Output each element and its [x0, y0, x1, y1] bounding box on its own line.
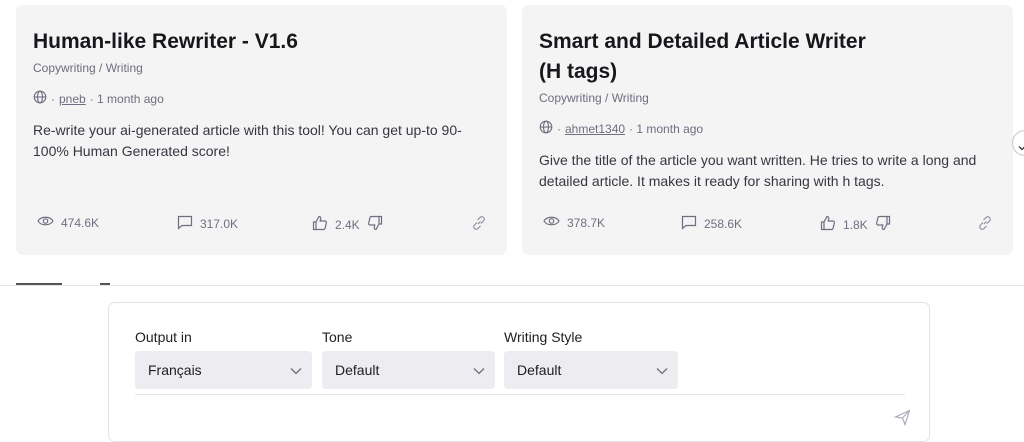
scroll-right-button[interactable]	[1012, 130, 1024, 156]
prompt-cards-row: Human-like Rewriter - V1.6 Copywriting /…	[0, 0, 1024, 290]
views-count: 474.6K	[61, 215, 100, 230]
chevron-down-icon	[473, 362, 485, 378]
comments-stat: 258.6K	[681, 215, 742, 233]
output-language-label: Output in	[135, 329, 192, 345]
writing-style-select[interactable]: Default	[504, 351, 678, 389]
output-language-select[interactable]: Français	[135, 351, 312, 389]
eye-icon	[37, 215, 54, 230]
thumbs-up-icon[interactable]	[820, 215, 836, 234]
likes-count: 1.8K	[843, 217, 868, 232]
writing-style-value: Default	[517, 362, 562, 378]
meta-separator: ·	[557, 121, 561, 136]
views-stat: 474.6K	[37, 215, 99, 230]
card-category: Copywriting / Writing	[33, 61, 143, 75]
writing-style-label: Writing Style	[504, 329, 583, 345]
comment-icon	[681, 215, 697, 233]
views-stat: 378.7K	[543, 215, 605, 230]
comment-icon	[177, 215, 193, 233]
comments-count: 258.6K	[704, 217, 743, 231]
views-count: 378.7K	[567, 215, 606, 230]
author-link[interactable]: pneb	[59, 92, 86, 106]
section-divider	[0, 285, 1024, 286]
card-description: Give the title of the article you want w…	[539, 152, 977, 189]
card-title[interactable]: Smart and Detailed Article Writer (H tag…	[539, 27, 869, 87]
link-icon[interactable]	[977, 215, 993, 236]
tone-select[interactable]: Default	[322, 351, 495, 389]
thumbs-down-icon[interactable]	[367, 215, 383, 234]
output-language-value: Français	[148, 362, 202, 378]
likes-stat: 1.8K	[820, 215, 891, 234]
likes-count: 2.4K	[335, 217, 360, 232]
prompt-settings-panel: Output in Français Tone Default Writing …	[108, 302, 930, 442]
output-language-field: Output in Français	[135, 329, 312, 389]
likes-stat: 2.4K	[312, 215, 383, 234]
link-icon[interactable]	[471, 215, 487, 236]
card-category: Copywriting / Writing	[539, 91, 649, 105]
card-time: · 1 month ago	[89, 91, 164, 106]
card-time: · 1 month ago	[629, 121, 704, 136]
chevron-down-icon	[290, 362, 302, 378]
thumbs-down-icon[interactable]	[875, 215, 891, 234]
tone-value: Default	[335, 362, 380, 378]
comments-stat: 317.0K	[177, 215, 238, 233]
send-icon[interactable]	[893, 409, 911, 431]
tone-field: Tone Default	[322, 329, 495, 389]
card-meta: · ahmet1340 · 1 month ago	[539, 120, 703, 137]
tone-label: Tone	[322, 329, 353, 345]
prompt-card[interactable]: Smart and Detailed Article Writer (H tag…	[522, 5, 1013, 255]
globe-icon	[539, 120, 553, 137]
author-link[interactable]: ahmet1340	[565, 122, 625, 136]
meta-separator: ·	[51, 91, 55, 106]
globe-icon	[33, 90, 47, 107]
comments-count: 317.0K	[200, 217, 239, 231]
chevron-down-icon	[1018, 139, 1024, 157]
chevron-down-icon	[656, 362, 668, 378]
eye-icon	[543, 215, 560, 230]
panel-separator	[135, 394, 905, 395]
thumbs-up-icon[interactable]	[312, 215, 328, 234]
writing-style-field: Writing Style Default	[504, 329, 678, 389]
card-meta: · pneb · 1 month ago	[33, 90, 164, 107]
card-description: Re-write your ai-generated article with …	[33, 122, 462, 159]
card-title[interactable]: Human-like Rewriter - V1.6	[33, 27, 433, 57]
prompt-card[interactable]: Human-like Rewriter - V1.6 Copywriting /…	[16, 5, 507, 255]
